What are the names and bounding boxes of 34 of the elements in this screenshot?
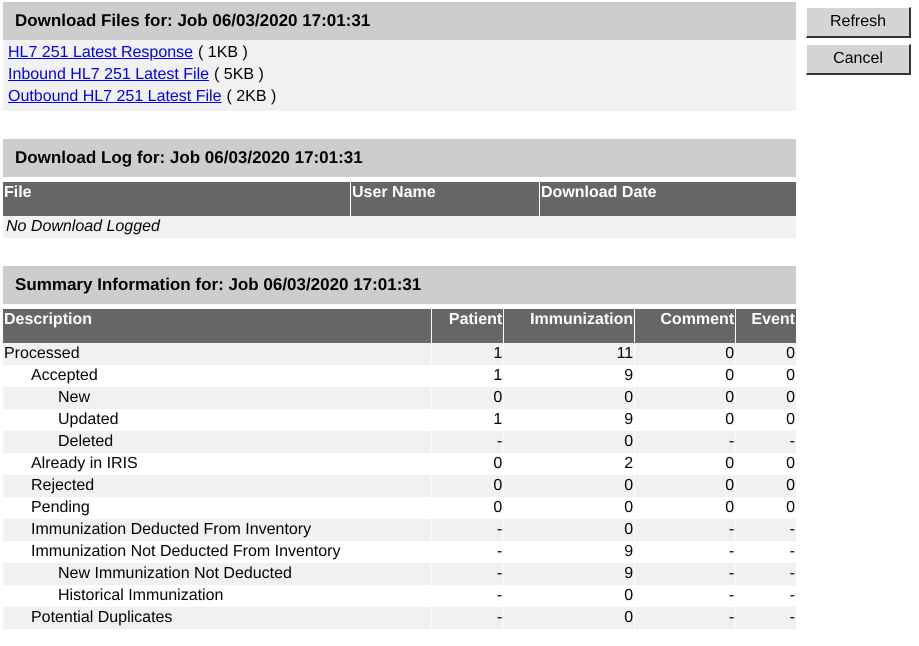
table-cell: 0 (504, 607, 635, 629)
table-cell: Pending (3, 497, 432, 519)
table-cell: Immunization Not Deducted From Inventory (3, 541, 432, 563)
column-header: Event (736, 309, 796, 343)
file-size: ( 5KB ) (214, 65, 264, 85)
refresh-button[interactable]: Refresh (806, 7, 911, 38)
column-header: User Name (350, 182, 540, 216)
column-header: Comment (634, 309, 736, 343)
cancel-button[interactable]: Cancel (806, 44, 911, 75)
column-header: Immunization (504, 309, 635, 343)
table-cell: New Immunization Not Deducted (3, 563, 432, 585)
file-size: ( 1KB ) (198, 43, 248, 63)
file-link[interactable]: Outbound HL7 251 Latest File (8, 86, 222, 108)
file-link[interactable]: HL7 251 Latest Response (8, 42, 194, 64)
section-title: Download Log for: Job 06/03/2020 17:01:31 (3, 139, 796, 177)
column-header: File (3, 182, 350, 216)
table-cell: - (736, 607, 796, 629)
table-cell: Rejected (3, 475, 432, 497)
table-cell: Already in IRIS (3, 453, 432, 475)
column-header: Download Date (540, 182, 796, 216)
table-cell: Historical Immunization (3, 585, 432, 607)
table-cell: Updated (3, 409, 432, 431)
file-size: ( 2KB ) (226, 87, 276, 107)
column-header: Description (3, 309, 432, 343)
empty-message: No Download Logged (3, 216, 796, 238)
table-cell: Potential Duplicates (3, 607, 432, 629)
section-title: Summary Information for: Job 06/03/2020 17:01:31 (3, 266, 796, 304)
file-link[interactable]: Inbound HL7 251 Latest File (8, 64, 210, 86)
section-title: Download Files for: Job 06/03/2020 17:01:31 (3, 2, 796, 40)
table-cell: Accepted (3, 365, 432, 387)
table-cell: - (634, 607, 736, 629)
table-cell: Immunization Deducted From Inventory (3, 519, 432, 541)
column-header: Patient (431, 309, 504, 343)
table-cell: - (431, 607, 504, 629)
